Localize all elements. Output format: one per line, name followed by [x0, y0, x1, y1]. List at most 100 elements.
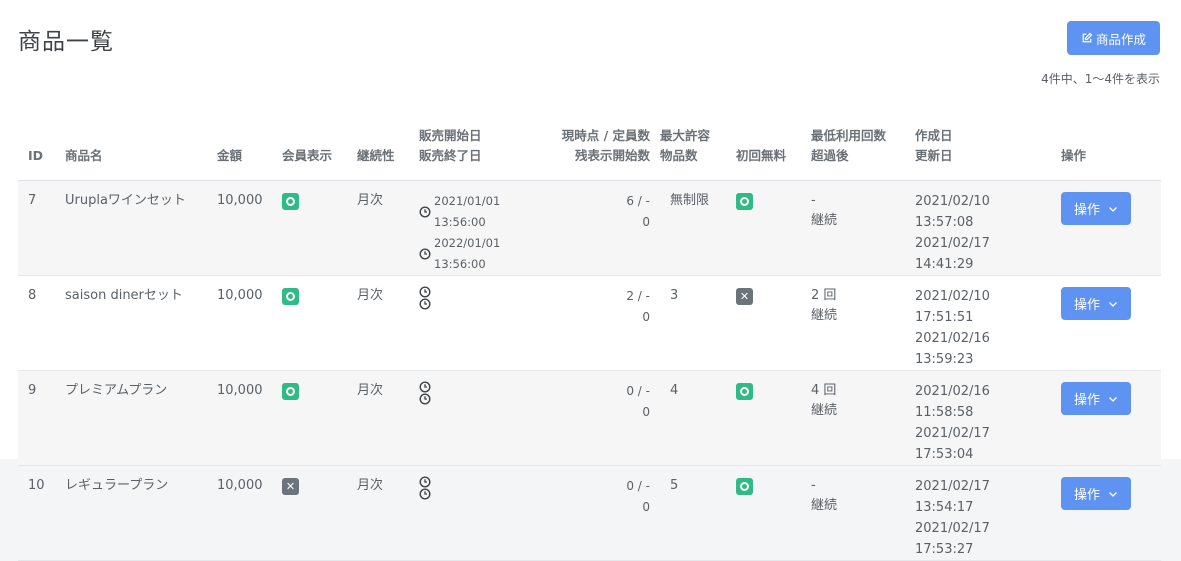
sale-end-value: 2022/01/01 13:56:00 — [434, 236, 501, 271]
cell-actions: 操作 — [1051, 275, 1161, 371]
cell-price: 10,000 — [207, 180, 272, 276]
cell-price: 10,000 — [207, 275, 272, 371]
cell-max-allowed: 4 — [650, 370, 726, 466]
header-dates: 作成日 更新日 — [905, 126, 1051, 181]
header-min-usage-group: 最低利用回数 超過後 — [801, 126, 905, 181]
page-title: 商品一覧 — [18, 29, 114, 55]
remaining-display: 0 — [642, 310, 650, 324]
chevron-down-icon — [1109, 491, 1117, 497]
cell-capacity: 0 / - 0 — [539, 465, 650, 561]
cell-price: 10,000 — [207, 465, 272, 561]
created-date: 2021/02/10 17:51:51 — [915, 289, 990, 325]
header-actions: 操作 — [1051, 126, 1161, 181]
cell-capacity: 0 / - 0 — [539, 370, 650, 466]
table-header-row: ID 商品名 金額 会員表示 継続性 販売開始日 販売終了日 現時点 / 定員数… — [18, 126, 1161, 181]
header-first-free: 初回無料 — [726, 126, 801, 181]
circle-check-icon — [736, 383, 753, 400]
cell-id: 7 — [18, 180, 55, 276]
clock-icon — [419, 488, 431, 500]
header-capacity: 現時点 / 定員数 残表示開始数 — [539, 126, 650, 181]
cell-name: saison dinerセット — [55, 275, 207, 371]
cell-continuity: 月次 — [347, 465, 409, 561]
cell-first-free — [726, 465, 801, 561]
clock-icon — [419, 206, 431, 218]
min-usage: - — [811, 478, 816, 493]
clock-icon — [419, 476, 431, 488]
clock-icon — [419, 286, 431, 298]
table-row: 10 レギュラープラン 10,000 ✕ 月次 0 / - 0 5 - 継続 2… — [18, 465, 1161, 561]
table-row: 8 saison dinerセット 10,000 月次 2 / - 0 3 ✕ … — [18, 275, 1161, 371]
row-action-button[interactable]: 操作 — [1061, 192, 1131, 225]
row-action-button[interactable]: 操作 — [1061, 382, 1131, 415]
header-name: 商品名 — [55, 126, 207, 181]
updated-date: 2021/02/16 13:59:23 — [915, 331, 990, 367]
result-count: 4件中、1〜4件を表示 — [1041, 72, 1160, 86]
circle-check-icon — [282, 288, 299, 305]
cell-member-display: ✕ — [272, 465, 347, 561]
cell-actions: 操作 — [1051, 180, 1161, 276]
cell-actions: 操作 — [1051, 370, 1161, 466]
cell-min-usage: - 継続 — [801, 180, 905, 276]
header-continuity: 継続性 — [347, 126, 409, 181]
sale-start — [419, 286, 539, 298]
cell-first-free: ✕ — [726, 275, 801, 371]
cell-capacity: 6 / - 0 — [539, 180, 650, 276]
cell-member-display — [272, 275, 347, 371]
header-created: 作成日 — [915, 128, 953, 143]
header-after-exceed: 超過後 — [811, 148, 849, 163]
header-updated: 更新日 — [915, 148, 953, 163]
remaining-display: 0 — [642, 405, 650, 419]
remaining-display: 0 — [642, 215, 650, 229]
cell-sale-period — [409, 465, 539, 561]
cell-id: 9 — [18, 370, 55, 466]
max-allowed-value: 5 — [670, 478, 679, 493]
cell-min-usage: 4 回 継続 — [801, 370, 905, 466]
cell-member-display — [272, 370, 347, 466]
row-action-button[interactable]: 操作 — [1061, 287, 1131, 320]
created-date: 2021/02/17 13:54:17 — [915, 479, 990, 515]
min-usage: 2 回 — [811, 288, 837, 303]
sale-start-value: 2021/01/01 13:56:00 — [434, 194, 501, 229]
header-max-allowed: 最大許容 — [660, 128, 711, 143]
row-action-label: 操作 — [1073, 203, 1100, 218]
created-date: 2021/02/10 13:57:08 — [915, 194, 990, 230]
cell-capacity: 2 / - 0 — [539, 275, 650, 371]
table-row: 7 Uruplaワインセット 10,000 月次 2021/01/01 13:5… — [18, 180, 1161, 276]
current-capacity: 2 / - — [626, 289, 650, 303]
product-table: ID 商品名 金額 会員表示 継続性 販売開始日 販売終了日 現時点 / 定員数… — [18, 126, 1161, 561]
cell-continuity: 月次 — [347, 275, 409, 371]
header-sale-period: 販売開始日 販売終了日 — [409, 126, 539, 181]
cell-name: プレミアムプラン — [55, 370, 207, 466]
after-exceed: 継続 — [811, 498, 838, 513]
create-product-button[interactable]: 商品作成 — [1067, 21, 1160, 55]
clock-icon — [419, 248, 431, 260]
cell-max-allowed: 無制限 — [650, 180, 726, 276]
cell-first-free — [726, 180, 801, 276]
cell-dates: 2021/02/17 13:54:17 2021/02/17 17:53:27 — [905, 465, 1051, 561]
cell-max-allowed: 3 — [650, 275, 726, 371]
max-allowed-value: 3 — [670, 288, 679, 303]
cell-sale-period — [409, 275, 539, 371]
cell-actions: 操作 — [1051, 465, 1161, 561]
row-action-button[interactable]: 操作 — [1061, 477, 1131, 510]
cell-first-free — [726, 370, 801, 466]
circle-check-icon — [736, 193, 753, 210]
clock-icon — [419, 298, 431, 310]
sale-start — [419, 381, 539, 393]
current-capacity: 6 / - — [626, 194, 650, 208]
clock-icon — [419, 381, 431, 393]
cell-continuity: 月次 — [347, 180, 409, 276]
content-card: 商品一覧 商品作成 4件中、1〜4件を表示 ID 商品名 金額 会員表示 継続性… — [0, 0, 1181, 561]
min-usage: - — [811, 193, 816, 208]
cell-name: レギュラープラン — [55, 465, 207, 561]
row-action-label: 操作 — [1073, 393, 1100, 408]
header-member-display: 会員表示 — [272, 126, 347, 181]
table-row: 9 プレミアムプラン 10,000 月次 0 / - 0 4 4 回 継続 20… — [18, 370, 1161, 466]
create-product-label: 商品作成 — [1095, 31, 1146, 47]
header-min-usage: 最低利用回数 — [811, 128, 887, 143]
updated-date: 2021/02/17 14:41:29 — [915, 236, 990, 272]
after-exceed: 継続 — [811, 213, 838, 228]
created-date: 2021/02/16 11:58:58 — [915, 384, 990, 420]
sale-end — [419, 393, 539, 405]
header-max: 最大許容 物品数 — [650, 126, 726, 181]
